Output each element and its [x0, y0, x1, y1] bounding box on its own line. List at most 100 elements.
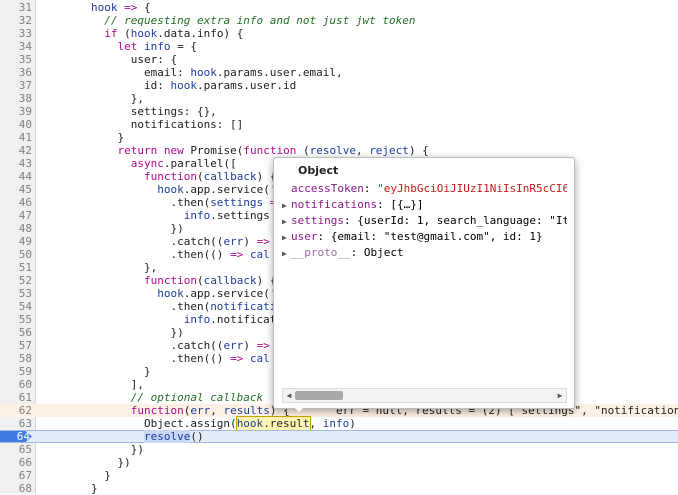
code-text: }) — [38, 222, 184, 235]
code-line[interactable]: 66 }) — [0, 456, 678, 469]
code-text: // requesting extra info and not just jw… — [104, 14, 416, 27]
line-number[interactable]: 33 — [0, 27, 32, 40]
line-number[interactable]: 62 — [0, 404, 32, 417]
property-separator: : — [377, 198, 391, 211]
line-number[interactable]: 50 — [0, 248, 32, 261]
line-number[interactable]: 65 — [0, 443, 32, 456]
line-number[interactable]: 67 — [0, 469, 32, 482]
line-number[interactable]: 44 — [0, 170, 32, 183]
code-line[interactable]: 68 } — [0, 482, 678, 495]
line-number[interactable]: 53 — [0, 287, 32, 300]
line-number[interactable]: 32 — [0, 14, 32, 27]
line-number[interactable]: 68 — [0, 482, 32, 495]
line-number[interactable]: 60 — [0, 378, 32, 391]
code-line[interactable]: 65 }) — [0, 443, 678, 456]
code-text: }) — [38, 326, 184, 339]
expand-triangle-icon[interactable]: ▶ — [282, 231, 291, 244]
property-key: __proto__ — [291, 246, 351, 259]
line-number[interactable]: 36 — [0, 66, 32, 79]
line-number[interactable]: 57 — [0, 339, 32, 352]
property-key: notifications — [291, 198, 378, 211]
line-number[interactable]: 47 — [0, 209, 32, 222]
property-value: Object — [363, 246, 404, 259]
horizontal-scrollbar[interactable]: ◀ ▶ — [282, 388, 567, 403]
line-number[interactable]: 43 — [0, 157, 32, 170]
code-text: } — [38, 131, 125, 144]
code-line[interactable]: 42 return new Promise(function (resolve,… — [0, 144, 678, 157]
property-key: user — [291, 230, 318, 243]
line-number[interactable]: 48 — [0, 222, 32, 235]
scrollbar-thumb[interactable] — [295, 391, 343, 400]
line-number[interactable]: 34 — [0, 40, 32, 53]
property-value: {email: "test@gmail.com", id: 1} — [330, 230, 543, 243]
property-key: accessToken — [291, 182, 364, 195]
code-text: info.settings — [183, 209, 270, 222]
code-line[interactable]: 41 } — [0, 131, 678, 144]
code-line[interactable]: 34 let info = { — [0, 40, 678, 53]
code-line[interactable]: 63 Object.assign(hook.result, info) — [0, 416, 678, 431]
line-number[interactable]: 31 — [0, 1, 32, 14]
code-text: hook.app.service(' — [157, 287, 276, 300]
property-row[interactable]: ▶ settings: {userId: 1, search_language: … — [282, 214, 567, 228]
line-number[interactable]: 37 — [0, 79, 32, 92]
property-row: accessToken: "eyJhbGciOiJIUzI1NiIsInR5cC… — [282, 182, 567, 196]
line-number[interactable]: 51 — [0, 261, 32, 274]
property-separator: : — [363, 182, 378, 195]
line-number[interactable]: 63 — [0, 417, 32, 430]
line-number[interactable]: 38 — [0, 92, 32, 105]
line-number[interactable]: 46 — [0, 196, 32, 209]
code-text: } — [38, 482, 98, 495]
code-text: // optional callback — [130, 391, 264, 404]
expand-triangle-icon[interactable]: ▶ — [282, 215, 291, 228]
line-number[interactable]: 56 — [0, 326, 32, 339]
code-text: function(callback) { — [143, 170, 277, 183]
property-value: {userId: 1, search_language: "It — [357, 214, 567, 227]
line-number[interactable]: 41 — [0, 131, 32, 144]
code-line[interactable]: 39 settings: {}, — [0, 105, 678, 118]
expand-triangle-icon[interactable]: ▶ — [282, 247, 291, 260]
line-number[interactable]: 55 — [0, 313, 32, 326]
line-number[interactable]: 66 — [0, 456, 32, 469]
code-line[interactable]: 32 // requesting extra info and not just… — [0, 14, 678, 27]
line-number[interactable]: 64 — [0, 431, 32, 442]
code-text: resolve() — [143, 430, 204, 443]
line-number[interactable]: 45 — [0, 183, 32, 196]
popover-pointer — [292, 405, 306, 412]
code-line[interactable]: 67 } — [0, 469, 678, 482]
property-row[interactable]: ▶ notifications: [{…}] — [282, 198, 567, 212]
line-number[interactable]: 58 — [0, 352, 32, 365]
line-number[interactable]: 61 — [0, 391, 32, 404]
code-line[interactable]: 31 hook => { — [0, 1, 678, 14]
code-text: let info = { — [117, 40, 197, 53]
scroll-left-icon[interactable]: ◀ — [284, 389, 294, 402]
line-number[interactable]: 52 — [0, 274, 32, 287]
line-number[interactable]: 59 — [0, 365, 32, 378]
code-line[interactable]: 38 }, — [0, 92, 678, 105]
code-line[interactable]: 35 user: { — [0, 53, 678, 66]
property-separator: : — [317, 230, 331, 243]
code-line[interactable]: 64 resolve() — [0, 430, 678, 443]
code-line[interactable]: 40 notifications: [] — [0, 118, 678, 131]
line-number[interactable]: 49 — [0, 235, 32, 248]
line-number[interactable]: 54 — [0, 300, 32, 313]
line-number[interactable]: 39 — [0, 105, 32, 118]
code-line[interactable]: 37 id: hook.params.user.id — [0, 79, 678, 92]
code-text: return new Promise(function (resolve, re… — [117, 144, 429, 157]
code-line[interactable]: 36 email: hook.params.user.email, — [0, 66, 678, 79]
code-text: }) — [38, 456, 131, 469]
code-text: .then(() => cal — [38, 352, 270, 365]
line-number[interactable]: 40 — [0, 118, 32, 131]
code-text: async.parallel([ — [130, 157, 237, 170]
code-text: }, — [38, 92, 144, 105]
expand-triangle-icon[interactable]: ▶ — [282, 199, 291, 212]
code-text: hook.app.service(' — [157, 183, 276, 196]
property-separator: : — [343, 214, 358, 227]
code-text: notifications: [] — [38, 118, 244, 131]
property-row[interactable]: ▶ __proto__: Object — [282, 246, 567, 260]
line-number[interactable]: 42 — [0, 144, 32, 157]
code-text: settings: {}, — [38, 105, 217, 118]
scroll-right-icon[interactable]: ▶ — [555, 389, 565, 402]
property-row[interactable]: ▶ user: {email: "test@gmail.com", id: 1} — [282, 230, 567, 244]
code-line[interactable]: 33 if (hook.data.info) { — [0, 27, 678, 40]
line-number[interactable]: 35 — [0, 53, 32, 66]
